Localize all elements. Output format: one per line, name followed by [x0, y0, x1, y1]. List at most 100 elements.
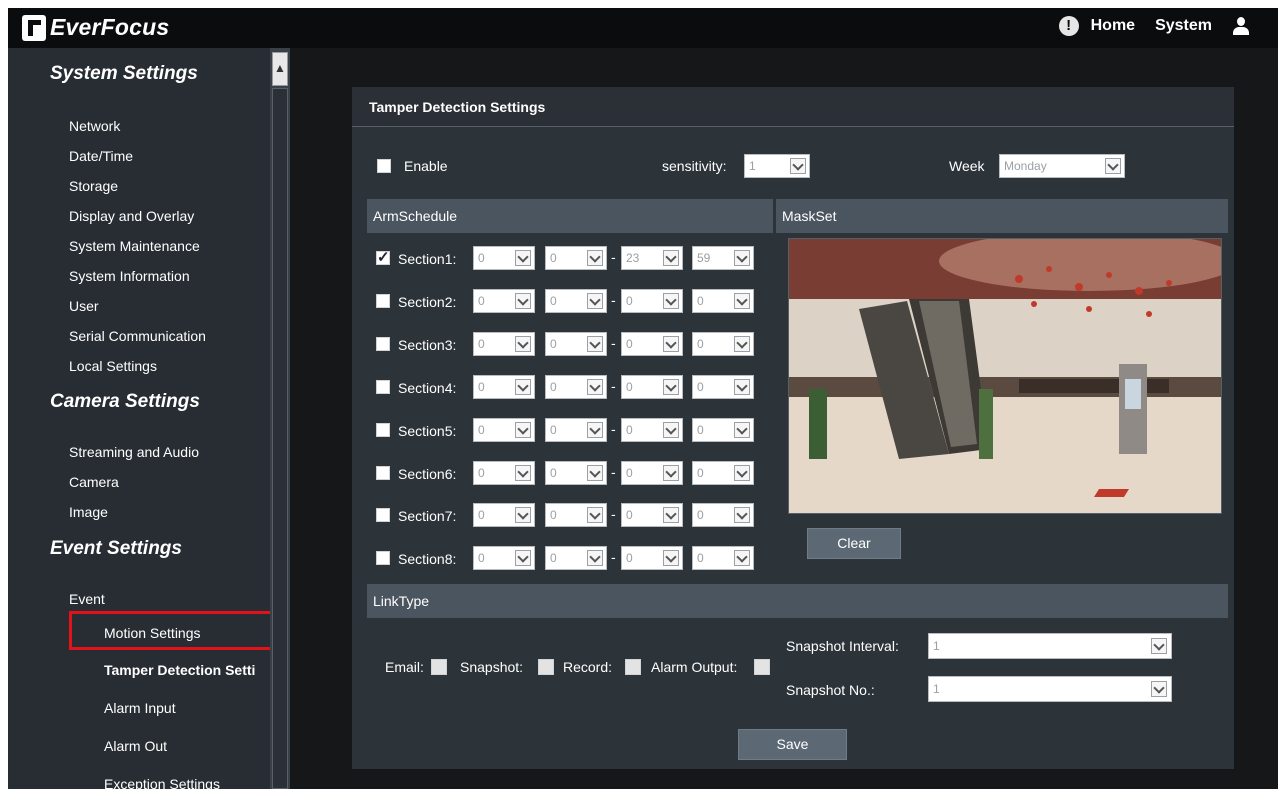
chevron-down-icon	[587, 550, 603, 566]
scrollbar-thumb[interactable]	[272, 88, 288, 789]
section3-start-hour-select[interactable]: 0	[473, 332, 535, 356]
chevron-down-icon	[515, 379, 531, 395]
chevron-down-icon	[1105, 158, 1121, 174]
section2-end-minute-select[interactable]: 0	[692, 289, 754, 313]
section8-end-hour-select[interactable]: 0	[621, 546, 683, 570]
sidebar-item-user[interactable]: User	[69, 298, 99, 314]
section3-end-minute-select[interactable]: 0	[692, 332, 754, 356]
section3-end-hour-select[interactable]: 0	[621, 332, 683, 356]
sidebar-item-camera[interactable]: Camera	[69, 474, 119, 490]
sidebar-item-streaming-audio[interactable]: Streaming and Audio	[69, 444, 199, 460]
select-value: 0	[697, 337, 704, 351]
sidebar-item-local-settings[interactable]: Local Settings	[69, 358, 157, 374]
section7-end-hour-select[interactable]: 0	[621, 503, 683, 527]
chevron-down-icon	[515, 550, 531, 566]
section5-checkbox[interactable]	[376, 423, 390, 437]
section4-start-minute-select[interactable]: 0	[545, 375, 607, 399]
home-link[interactable]: Home	[1091, 17, 1135, 35]
sensitivity-select[interactable]: 1	[744, 154, 810, 178]
section3-checkbox[interactable]	[376, 337, 390, 351]
sidebar-item-storage[interactable]: Storage	[69, 178, 118, 194]
user-icon[interactable]	[1232, 16, 1250, 36]
section6-end-hour-select[interactable]: 0	[621, 461, 683, 485]
section5-start-hour-select[interactable]: 0	[473, 418, 535, 442]
section2-end-hour-select[interactable]: 0	[621, 289, 683, 313]
sidebar-item-alarm-input[interactable]: Alarm Input	[104, 700, 176, 716]
mask-preview-image[interactable]	[788, 238, 1222, 514]
section8-checkbox[interactable]	[376, 551, 390, 565]
sidebar-item-network[interactable]: Network	[69, 118, 120, 134]
section4-end-hour-select[interactable]: 0	[621, 375, 683, 399]
sidebar-item-system-maintenance[interactable]: System Maintenance	[69, 238, 200, 254]
sidebar-item-image[interactable]: Image	[69, 504, 108, 520]
chevron-down-icon	[790, 158, 806, 174]
section1-start-minute-select[interactable]: 0	[545, 246, 607, 270]
sidebar-item-alarm-out[interactable]: Alarm Out	[104, 738, 167, 754]
section1-end-hour-select[interactable]: 23	[621, 246, 683, 270]
system-link[interactable]: System	[1155, 17, 1212, 35]
section8-start-hour-select[interactable]: 0	[473, 546, 535, 570]
section1-label: Section1:	[398, 251, 457, 267]
chevron-down-icon	[734, 250, 750, 266]
section5-end-minute-select[interactable]: 0	[692, 418, 754, 442]
logo-text: EverFocus	[50, 14, 170, 40]
snapshot-interval-label: Snapshot Interval:	[786, 638, 899, 654]
select-value: 0	[626, 423, 633, 437]
section1-checkbox[interactable]	[376, 248, 390, 266]
alert-icon[interactable]: !	[1058, 16, 1079, 36]
week-select[interactable]: Monday	[999, 154, 1125, 178]
email-checkbox[interactable]	[431, 659, 447, 675]
chevron-down-icon	[663, 336, 679, 352]
select-value: 0	[697, 551, 704, 565]
section7-start-hour-select[interactable]: 0	[473, 503, 535, 527]
alarm-output-checkbox[interactable]	[754, 659, 770, 675]
section1-end-minute-select[interactable]: 59	[692, 246, 754, 270]
section4-start-hour-select[interactable]: 0	[473, 375, 535, 399]
clear-button[interactable]: Clear	[807, 528, 901, 559]
sidebar-item-exception-settings[interactable]: Exception Settings	[104, 776, 220, 789]
sensitivity-label: sensitivity:	[662, 158, 727, 174]
chevron-down-icon	[587, 336, 603, 352]
section7-end-minute-select[interactable]: 0	[692, 503, 754, 527]
section6-checkbox[interactable]	[376, 466, 390, 480]
logo[interactable]: EverFocus	[22, 14, 169, 41]
section5-start-minute-select[interactable]: 0	[545, 418, 607, 442]
section7-start-minute-select[interactable]: 0	[545, 503, 607, 527]
section8-end-minute-select[interactable]: 0	[692, 546, 754, 570]
scroll-up-arrow-icon[interactable]: ▲	[272, 52, 288, 86]
sidebar-item-event[interactable]: Event	[69, 591, 105, 607]
snapshot-interval-select[interactable]: 1	[928, 633, 1172, 659]
sidebar-item-system-information[interactable]: System Information	[69, 268, 190, 284]
record-label: Record:	[563, 659, 613, 675]
record-checkbox[interactable]	[625, 659, 641, 675]
section2-checkbox[interactable]	[376, 294, 390, 308]
section6-start-minute-select[interactable]: 0	[545, 461, 607, 485]
section4-checkbox[interactable]	[376, 380, 390, 394]
enable-checkbox[interactable]	[377, 159, 391, 173]
select-value: 0	[478, 337, 485, 351]
section1-start-hour-select[interactable]: 0	[473, 246, 535, 270]
save-button[interactable]: Save	[738, 729, 847, 760]
sidebar-item-display-overlay[interactable]: Display and Overlay	[69, 208, 194, 224]
section8-start-minute-select[interactable]: 0	[545, 546, 607, 570]
section7-checkbox[interactable]	[376, 508, 390, 522]
email-label: Email:	[385, 659, 424, 675]
sensitivity-value: 1	[749, 159, 756, 173]
section6-start-hour-select[interactable]: 0	[473, 461, 535, 485]
snapshot-no-select[interactable]: 1	[928, 676, 1172, 702]
sidebar-item-serial-communication[interactable]: Serial Communication	[69, 328, 206, 344]
select-value: 0	[697, 380, 704, 394]
maskset-bar: MaskSet	[776, 199, 1228, 233]
range-dash: -	[611, 292, 616, 308]
sidebar-item-datetime[interactable]: Date/Time	[69, 148, 133, 164]
section2-start-minute-select[interactable]: 0	[545, 289, 607, 313]
snapshot-checkbox[interactable]	[538, 659, 554, 675]
section5-end-hour-select[interactable]: 0	[621, 418, 683, 442]
section2-start-hour-select[interactable]: 0	[473, 289, 535, 313]
section4-end-minute-select[interactable]: 0	[692, 375, 754, 399]
range-dash: -	[611, 506, 616, 522]
section3-start-minute-select[interactable]: 0	[545, 332, 607, 356]
select-value: 0	[550, 508, 557, 522]
sidebar-item-tamper-detection[interactable]: Tamper Detection Setti	[104, 662, 276, 678]
section6-end-minute-select[interactable]: 0	[692, 461, 754, 485]
